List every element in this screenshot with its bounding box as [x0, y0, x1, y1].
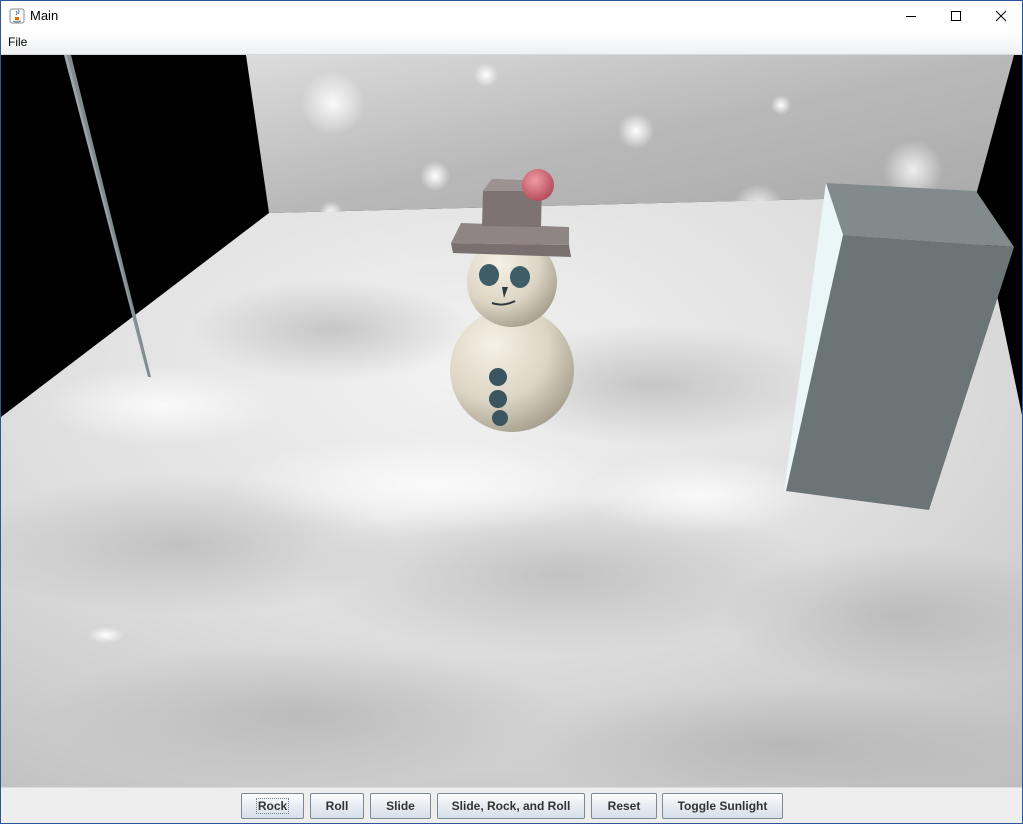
rock-button[interactable]: Rock	[241, 793, 304, 819]
roll-button[interactable]: Roll	[310, 793, 364, 819]
control-panel: Rock Roll Slide Slide, Rock, and Roll Re…	[1, 787, 1022, 823]
reset-button[interactable]: Reset	[591, 793, 657, 819]
slide-rock-and-roll-button-label: Slide, Rock, and Roll	[451, 799, 571, 813]
title-bar[interactable]: Main	[1, 1, 1022, 31]
window-title: Main	[30, 8, 59, 23]
minimize-icon	[906, 16, 916, 17]
maximize-button[interactable]	[933, 1, 979, 31]
3d-viewport[interactable]	[1, 55, 1022, 787]
maximize-icon	[951, 11, 961, 21]
close-icon	[995, 10, 1007, 22]
rock-button-label: Rock	[255, 798, 290, 814]
toggle-sunlight-button[interactable]: Toggle Sunlight	[662, 793, 783, 819]
roll-button-label: Roll	[325, 799, 349, 813]
java-app-icon	[9, 8, 25, 24]
menu-file[interactable]: File	[7, 35, 28, 49]
reset-button-label: Reset	[607, 799, 641, 813]
close-button[interactable]	[978, 1, 1022, 31]
slide-rock-and-roll-button[interactable]: Slide, Rock, and Roll	[437, 793, 585, 819]
slide-button[interactable]: Slide	[370, 793, 431, 819]
main-window: Main File Rock Roll Slide Slide, Rock, a…	[0, 0, 1023, 824]
toggle-sunlight-button-label: Toggle Sunlight	[677, 799, 768, 813]
scene-canvas	[1, 55, 1022, 787]
slide-button-label: Slide	[386, 799, 415, 813]
minimize-button[interactable]	[888, 1, 934, 31]
menu-bar: File	[1, 31, 1022, 55]
